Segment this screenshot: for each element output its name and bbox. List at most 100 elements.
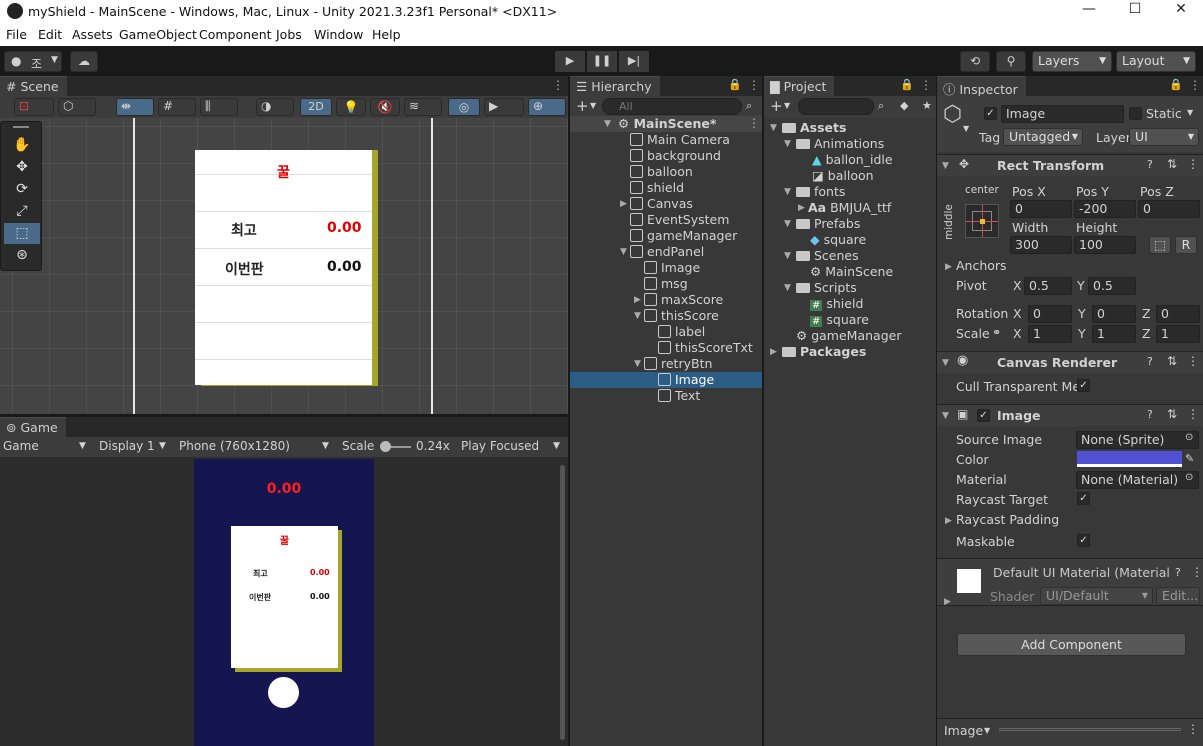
raw-edit-button[interactable]: R — [1175, 236, 1197, 254]
material-field[interactable]: None (Material) — [1076, 471, 1199, 489]
color-swatch[interactable] — [1077, 451, 1182, 467]
posx-field[interactable]: 0 — [1010, 200, 1072, 218]
drag-handle[interactable] — [13, 126, 29, 128]
posz-field[interactable]: 0 — [1138, 200, 1200, 218]
expand-arrow-icon[interactable]: ▼ — [770, 123, 777, 133]
presets-icon[interactable]: ⇅ — [1167, 354, 1177, 368]
menu-assets[interactable]: Assets — [72, 27, 113, 42]
rotate-tool[interactable]: ⟳ — [4, 179, 40, 200]
tab-project[interactable]: ▇ Project — [764, 76, 835, 96]
project-item[interactable]: ⚙ MainScene — [810, 264, 893, 280]
scale-x-field[interactable]: 1 — [1028, 325, 1072, 343]
move-tool[interactable]: ✥ — [4, 157, 40, 178]
anchors-label[interactable]: Anchors — [956, 258, 1007, 273]
menu-help[interactable]: Help — [372, 27, 401, 42]
lock-icon[interactable]: 🔒 — [1169, 78, 1183, 91]
tab-game[interactable]: ⊚ Game — [0, 417, 66, 437]
project-item[interactable]: # shield — [810, 296, 863, 312]
tab-hierarchy[interactable]: ☰ Hierarchy — [570, 76, 660, 96]
hierarchy-item[interactable]: Text — [658, 388, 700, 404]
tag-dropdown[interactable]: Untagged ▼ — [1003, 128, 1083, 146]
scale-y-field[interactable]: 1 — [1092, 325, 1136, 343]
expand-arrow-icon[interactable]: ▼ — [784, 283, 791, 293]
blueprint-mode-button[interactable]: ⬚ — [1149, 236, 1171, 254]
expand-arrow-icon[interactable]: ▼ — [784, 219, 791, 229]
image-enabled-checkbox[interactable]: ✓ — [977, 409, 990, 422]
expand-arrow-icon[interactable]: ▶ — [945, 516, 952, 526]
layout-dropdown[interactable]: Layout ▼ — [1116, 51, 1196, 72]
menu-file[interactable]: File — [6, 27, 27, 42]
close-button[interactable]: ✕ — [1158, 1, 1203, 23]
help-icon[interactable]: ? — [1147, 408, 1153, 421]
expand-arrow-icon[interactable]: ▶ — [945, 262, 952, 272]
hierarchy-search-input[interactable] — [602, 98, 742, 115]
step-button[interactable]: ▶| — [619, 51, 649, 72]
project-item[interactable]: Packages — [782, 344, 866, 360]
maximize-button[interactable]: ☐ — [1112, 1, 1158, 23]
hierarchy-item-selected[interactable]: Image — [658, 372, 714, 388]
posy-field[interactable]: -200 — [1074, 200, 1136, 218]
anchor-presets-button[interactable] — [965, 204, 999, 238]
hierarchy-item[interactable]: EventSystem — [630, 212, 729, 228]
more-options-icon[interactable]: ⋮ — [1191, 565, 1203, 579]
project-item[interactable]: Aa BMJUA_ttf — [808, 200, 891, 216]
rot-z-field[interactable]: 0 — [1156, 305, 1200, 323]
tab-scene[interactable]: # Scene — [0, 76, 67, 96]
preview-label[interactable]: Image — [944, 723, 983, 738]
menu-component[interactable]: Component — [199, 27, 272, 42]
game-view-dropdown[interactable]: Game — [3, 439, 39, 453]
raycast-target-checkbox[interactable]: ✓ — [1077, 492, 1090, 505]
expand-arrow-icon[interactable]: ▼ — [634, 359, 641, 369]
rect-transform-header[interactable]: ▼ ✥ Rect Transform ? ⇅ ⋮ — [937, 154, 1203, 176]
project-item[interactable]: fonts — [796, 184, 845, 200]
expand-arrow-icon[interactable]: ▼ — [784, 187, 791, 197]
scene-viewport[interactable]: ✋ ✥ ⟳ ⤢ ⬚ ⊛ 꿀 최고 0.00 이번판 0.00 — [0, 118, 568, 414]
help-icon[interactable]: ? — [1147, 355, 1153, 368]
menu-gameobject[interactable]: GameObject — [119, 27, 197, 42]
image-component-header[interactable]: ▼ ▣ ✓ Image ? ⇅ ⋮ — [937, 404, 1203, 426]
cull-transparent-checkbox[interactable]: ✓ — [1077, 379, 1090, 392]
expand-arrow-icon[interactable]: ▼ — [634, 311, 641, 321]
hierarchy-item[interactable]: balloon — [630, 164, 693, 180]
expand-arrow-icon[interactable]: ▼ — [620, 247, 627, 257]
project-item[interactable]: Animations — [796, 136, 884, 152]
increment-snap-dropdown[interactable]: ⫼ — [200, 98, 238, 116]
object-picker-icon[interactable]: ⊙ — [1185, 472, 1193, 483]
add-icon[interactable]: + — [576, 97, 589, 115]
expand-arrow-icon[interactable]: ▶ — [620, 199, 627, 209]
more-options-icon[interactable]: ⋮ — [552, 78, 564, 92]
source-image-field[interactable]: None (Sprite) — [1076, 431, 1199, 449]
hierarchy-item[interactable]: thisScore — [644, 308, 719, 324]
pause-button[interactable]: ❚❚ — [587, 51, 617, 72]
scale-slider-handle[interactable] — [380, 441, 391, 452]
rot-x-field[interactable]: 0 — [1028, 305, 1072, 323]
end-panel-scene[interactable]: 꿀 최고 0.00 이번판 0.00 — [195, 150, 372, 385]
project-item[interactable]: Assets — [782, 120, 846, 136]
transform-tool[interactable]: ⊛ — [4, 245, 40, 266]
pivot-y-field[interactable]: 0.5 — [1088, 277, 1136, 295]
more-options-icon[interactable]: ⋮ — [1187, 407, 1199, 421]
raycast-padding-label[interactable]: Raycast Padding — [956, 512, 1059, 527]
hierarchy-item[interactable]: ⚙ MainScene* — [618, 116, 716, 132]
help-icon[interactable]: ? — [1147, 158, 1153, 171]
hierarchy-item[interactable]: gameManager — [630, 228, 737, 244]
more-options-icon[interactable]: ⋮ — [1187, 157, 1199, 171]
more-options-icon[interactable]: ⋮ — [748, 78, 760, 92]
expand-arrow-icon[interactable]: ▶ — [944, 597, 951, 607]
draw-mode-dropdown[interactable]: ⊡ — [14, 98, 54, 116]
hierarchy-item[interactable]: endPanel — [630, 244, 704, 260]
hierarchy-item[interactable]: Canvas — [630, 196, 693, 212]
search-by-type-icon[interactable]: ⌕ — [878, 99, 884, 113]
object-name-field[interactable]: Image — [1001, 105, 1124, 123]
star-icon[interactable]: ★ — [922, 99, 932, 112]
project-item[interactable]: ⚙ gameManager — [796, 328, 901, 344]
display-dropdown[interactable]: Display 1 — [99, 439, 155, 453]
filter-icon[interactable]: ⌕ — [746, 99, 752, 113]
hierarchy-item[interactable]: Main Camera — [630, 132, 730, 148]
link-icon[interactable]: ⚭ — [992, 326, 1001, 339]
hierarchy-item[interactable]: shield — [630, 180, 684, 196]
hierarchy-item[interactable]: msg — [644, 276, 688, 292]
play-focused-dropdown[interactable]: Play Focused — [461, 439, 539, 453]
expand-arrow-icon[interactable]: ▼ — [784, 251, 791, 261]
expand-arrow-icon[interactable]: ▼ — [784, 139, 791, 149]
